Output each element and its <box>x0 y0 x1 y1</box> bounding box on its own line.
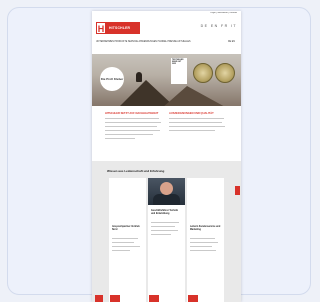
card-button[interactable] <box>149 295 159 302</box>
main-navigation[interactable]: UNTERNEHMEN PRODUKTE SERVICE ANWENDUNGEN… <box>96 41 214 44</box>
right-column-title[interactable]: AUSZEICHNUNGEN UND QUALITÄT <box>169 112 229 115</box>
language-switcher[interactable]: DE EN FR IT <box>201 24 237 28</box>
team-member-photo <box>148 178 185 205</box>
team-member-name: Ansprechpartner Vertrieb Nord <box>112 226 140 231</box>
contact-tab[interactable] <box>95 295 103 302</box>
team-card[interactable]: Leiterin Kundenservice und Marketing <box>187 178 224 302</box>
website-preview[interactable]: Login | Newsletter | Kontakt H HITSCHLER… <box>92 11 241 302</box>
team-member-name: Geschäftsführer Technik und Entwicklung <box>151 210 178 215</box>
utility-links[interactable]: Login | Newsletter | Kontakt <box>210 12 237 15</box>
rock-shape-secondary <box>162 86 227 106</box>
card-button[interactable] <box>110 295 120 302</box>
left-column-title[interactable]: HITSCHLER SETZT AUF NACHHALTIGKEIT <box>105 112 165 115</box>
team-card-featured[interactable]: Geschäftsführer Technik und Entwicklung <box>148 178 185 302</box>
brand-logo[interactable]: H HITSCHLER <box>96 22 140 34</box>
logo-wordmark: HITSCHLER <box>109 26 131 30</box>
test-panel: TESTSIEGER SEHR GUT 2022 <box>171 58 187 84</box>
team-card[interactable]: Ansprechpartner Vertrieb Nord <box>109 178 146 302</box>
team-title: Wissen aus Leidenschaft und Erfahrung <box>107 169 165 173</box>
logo-mark: H <box>96 22 106 34</box>
hero-banner: Die Profi Kleber TESTSIEGER SEHR GUT 202… <box>92 54 241 106</box>
badge-text: Die Profi Kleber <box>100 77 124 81</box>
panel-line-3: 2022 <box>172 63 176 65</box>
product-badge: Die Profi Kleber <box>100 67 124 91</box>
award-medal-icon <box>215 63 235 83</box>
team-section: Wissen aus Leidenschaft und Erfahrung An… <box>92 161 241 302</box>
team-member-name: Leiterin Kundenservice und Marketing <box>190 226 221 231</box>
nav-language[interactable]: DE EN <box>228 41 235 43</box>
card-button[interactable] <box>188 295 198 302</box>
climber-figure <box>136 72 142 82</box>
award-medal-icon <box>193 63 213 83</box>
side-tab[interactable] <box>235 186 240 195</box>
